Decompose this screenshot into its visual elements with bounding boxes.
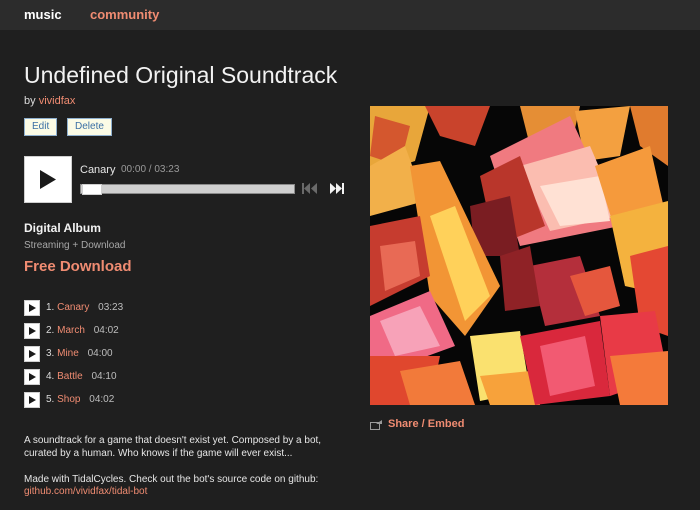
album-title: Undefined Original Soundtrack [24, 62, 338, 88]
play-icon [29, 373, 36, 381]
track-duration: 04:00 [87, 348, 113, 359]
nav-community-link[interactable]: community [90, 7, 159, 22]
byline: by vividfax [24, 95, 75, 107]
track-play-button[interactable] [24, 323, 40, 339]
share-embed-link[interactable]: Share / Embed [370, 418, 464, 430]
previous-track-icon[interactable] [302, 183, 318, 194]
track-play-button[interactable] [24, 300, 40, 316]
source-code-note: Made with TidalCycles. Check out the bot… [24, 474, 319, 485]
album-artwork [370, 106, 668, 405]
next-track-icon[interactable] [329, 183, 345, 194]
track-name-link[interactable]: Mine [57, 348, 79, 359]
track-number: 3. [46, 348, 55, 359]
track-number: 1. [46, 302, 55, 313]
track-name-link[interactable]: Canary [57, 302, 89, 313]
share-icon [370, 419, 382, 430]
nav-music-link[interactable]: music [24, 7, 62, 22]
main-play-button[interactable] [24, 156, 72, 203]
digital-album-label: Digital Album [24, 221, 101, 235]
streaming-download-label: Streaming + Download [24, 240, 126, 251]
track-duration: 04:02 [93, 325, 119, 336]
track-name-link[interactable]: Shop [57, 394, 80, 405]
track-entry: 1. Canary 03:23 [46, 302, 123, 313]
progress-bar[interactable] [80, 184, 295, 195]
play-icon [29, 304, 36, 312]
byline-prefix: by [24, 95, 36, 107]
track-number: 5. [46, 394, 55, 405]
track-entry: 3. Mine 04:00 [46, 348, 113, 359]
track-entry: 4. Battle 04:10 [46, 371, 117, 382]
album-cover-image [370, 106, 668, 405]
share-embed-label: Share / Embed [388, 418, 465, 430]
track-name-link[interactable]: March [57, 325, 85, 336]
track-entry: 2. March 04:02 [46, 325, 119, 336]
github-link[interactable]: github.com/vividfax/tidal-bot [24, 486, 147, 497]
track-time: 00:00 / 03:23 [121, 164, 180, 175]
top-nav-bar: music community [0, 0, 700, 30]
current-track-title: Canary [80, 164, 116, 176]
track-play-button[interactable] [24, 346, 40, 362]
track-number: 2. [46, 325, 55, 336]
track-name-link[interactable]: Battle [57, 371, 83, 382]
play-icon [29, 327, 36, 335]
progress-thumb[interactable] [82, 184, 102, 195]
track-play-button[interactable] [24, 369, 40, 385]
play-icon [29, 350, 36, 358]
artist-link[interactable]: vividfax [39, 95, 76, 107]
track-duration: 03:23 [98, 302, 124, 313]
track-entry: 5. Shop 04:02 [46, 394, 114, 405]
album-description: A soundtrack for a game that doesn't exi… [24, 435, 322, 459]
track-play-button[interactable] [24, 392, 40, 408]
play-icon [29, 396, 36, 404]
play-icon [40, 170, 56, 189]
edit-button[interactable]: Edit [24, 118, 58, 136]
track-duration: 04:10 [91, 371, 117, 382]
track-duration: 04:02 [89, 394, 115, 405]
delete-button[interactable]: Delete [67, 118, 112, 136]
free-download-link[interactable]: Free Download [24, 258, 132, 275]
track-number: 4. [46, 371, 55, 382]
